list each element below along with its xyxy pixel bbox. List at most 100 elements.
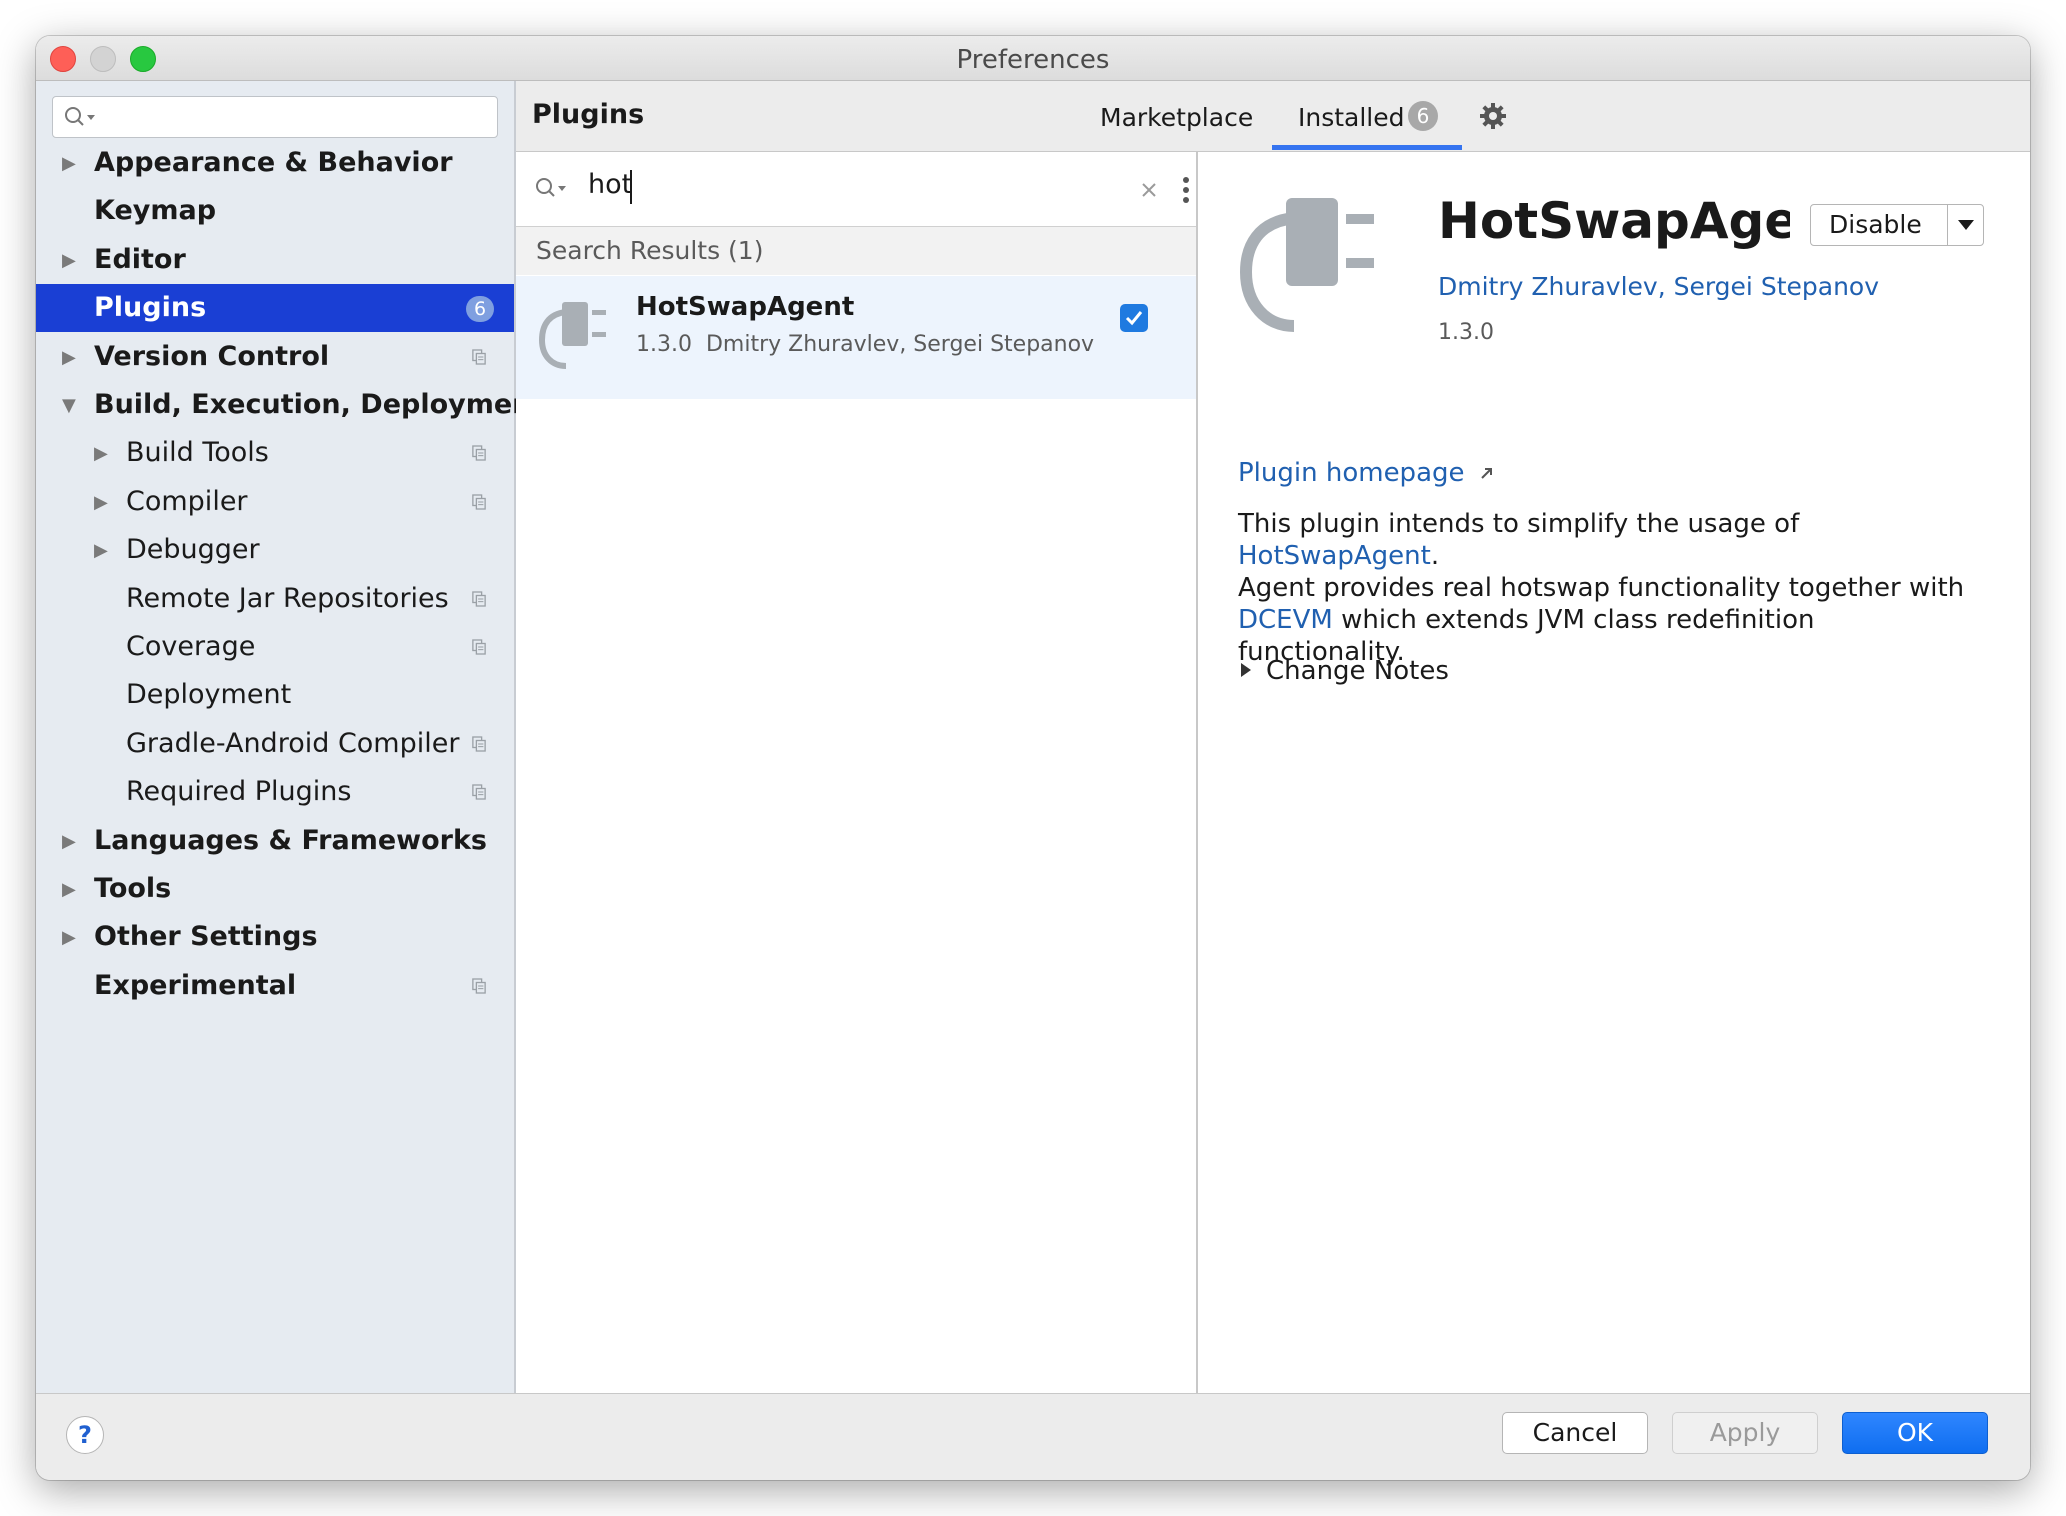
text-caret xyxy=(630,170,632,204)
sidebar-item-label: Gradle-Android Compiler xyxy=(126,728,460,759)
chevron-right-icon[interactable]: ▶ xyxy=(62,927,76,948)
search-icon xyxy=(536,178,566,197)
result-plugin-meta: 1.3.0 Dmitry Zhuravlev, Sergei Stepanov xyxy=(636,332,1094,357)
disable-button-label: Disable xyxy=(1829,210,1922,239)
project-scope-icon xyxy=(472,639,486,655)
sidebar-item-coverage[interactable]: Coverage xyxy=(36,623,514,671)
sidebar-item-debugger[interactable]: ▶ Debugger xyxy=(36,526,514,574)
result-plugin-name: HotSwapAgent xyxy=(636,292,855,322)
plugin-enabled-checkbox[interactable] xyxy=(1120,304,1148,332)
chevron-right-icon[interactable]: ▶ xyxy=(62,831,76,852)
sidebar-item-gradle-android-compiler[interactable]: Gradle-Android Compiler xyxy=(36,720,514,768)
chevron-right-icon[interactable]: ▶ xyxy=(94,540,108,561)
sidebar-item-build-tools[interactable]: ▶ Build Tools xyxy=(36,429,514,477)
hotswapagent-link[interactable]: HotSwapAgent xyxy=(1238,541,1431,571)
title-bar: Preferences xyxy=(36,36,2030,81)
chevron-right-icon[interactable]: ▶ xyxy=(62,879,76,900)
plugin-result-row[interactable]: HotSwapAgent 1.3.0 Dmitry Zhuravlev, Ser… xyxy=(516,276,1196,399)
plugin-detail-panel: HotSwapAgent Disable Dmitry Zhuravlev, S… xyxy=(1198,152,2030,1393)
project-scope-icon xyxy=(472,736,486,752)
description-line-2: Agent provides real hotswap functionalit… xyxy=(1238,573,1965,603)
chevron-right-icon[interactable]: ▶ xyxy=(94,492,108,513)
project-scope-icon xyxy=(472,591,486,607)
change-notes-toggle[interactable]: Change Notes xyxy=(1238,656,1449,686)
description-line-dcevm: DCEVM which extends JVM class redefiniti… xyxy=(1238,605,1815,635)
sidebar-item-required-plugins[interactable]: Required Plugins xyxy=(36,768,514,816)
plugin-list-panel: hot Search Results (1) HotSwapAgent 1.3.… xyxy=(516,152,1198,1393)
sidebar-item-label: Deployment xyxy=(126,679,292,710)
sidebar-item-label: Keymap xyxy=(94,195,217,226)
tab-marketplace[interactable]: Marketplace xyxy=(1100,103,1253,132)
search-icon xyxy=(65,107,95,126)
sidebar-item-label: Coverage xyxy=(126,631,256,662)
sidebar-item-label: Languages & Frameworks xyxy=(94,825,488,856)
plugin-description: This plugin intends to simplify the usag… xyxy=(1238,508,1998,668)
sidebar-item-appearance-behavior[interactable]: ▶ Appearance & Behavior xyxy=(36,139,514,187)
installed-count-badge: 6 xyxy=(1408,101,1438,131)
chevron-right-icon[interactable]: ▶ xyxy=(62,153,76,174)
external-link-icon xyxy=(1481,468,1492,479)
sidebar-item-label: Plugins xyxy=(94,292,207,323)
sidebar-item-experimental[interactable]: Experimental xyxy=(36,962,514,1010)
gear-icon[interactable] xyxy=(1478,101,1508,131)
more-options-icon[interactable] xyxy=(1182,176,1190,204)
plugin-version: 1.3.0 xyxy=(1438,320,1494,345)
disable-button[interactable]: Disable xyxy=(1810,204,1984,246)
expand-arrow-icon xyxy=(1241,663,1251,677)
result-plugin-version: 1.3.0 xyxy=(636,332,692,357)
sidebar-item-editor[interactable]: ▶ Editor xyxy=(36,236,514,284)
sidebar-item-version-control[interactable]: ▶ Version Control xyxy=(36,333,514,381)
sidebar-item-build-execution-deployment[interactable]: ▼ Build, Execution, Deployment xyxy=(36,381,544,429)
sidebar-item-label: Required Plugins xyxy=(126,776,352,807)
settings-search-input[interactable] xyxy=(52,96,498,138)
help-button[interactable]: ? xyxy=(66,1416,104,1454)
search-results-header: Search Results (1) xyxy=(516,227,1196,275)
plugin-icon xyxy=(538,302,606,369)
project-scope-icon xyxy=(472,784,486,800)
split-button-divider xyxy=(1947,205,1948,245)
description-line-1: This plugin intends to simplify the usag… xyxy=(1238,509,1800,539)
plugin-name-heading: HotSwapAgent xyxy=(1438,192,1790,250)
sidebar-item-plugins[interactable]: Plugins 6 xyxy=(36,284,514,332)
settings-sidebar: ▶ Appearance & Behavior Keymap ▶ Editor Plugi… xyxy=(36,81,544,1393)
sidebar-item-label: Appearance & Behavior xyxy=(94,147,453,178)
chevron-right-icon[interactable]: ▶ xyxy=(62,347,76,368)
window-title: Preferences xyxy=(956,45,1110,75)
change-notes-label: Change Notes xyxy=(1266,656,1449,686)
sidebar-item-label: Remote Jar Repositories xyxy=(126,583,449,614)
sidebar-item-label: Tools xyxy=(94,873,172,904)
sidebar-item-tools[interactable]: ▶ Tools xyxy=(36,865,514,913)
clear-search-icon[interactable] xyxy=(1140,181,1158,199)
dcevm-link[interactable]: DCEVM xyxy=(1238,605,1333,635)
sidebar-item-remote-jar-repositories[interactable]: Remote Jar Repositories xyxy=(36,575,514,623)
sidebar-item-label: Build Tools xyxy=(126,437,269,468)
chevron-right-icon[interactable]: ▶ xyxy=(94,443,108,464)
chevron-down-icon[interactable]: ▼ xyxy=(62,395,76,416)
sidebar-item-label: Version Control xyxy=(94,341,330,372)
plugin-authors-link[interactable]: Dmitry Zhuravlev, Sergei Stepanov xyxy=(1438,272,1879,301)
chevron-down-icon[interactable] xyxy=(1957,219,1975,231)
tab-installed-underline xyxy=(1272,145,1462,150)
sidebar-item-other-settings[interactable]: ▶ Other Settings xyxy=(36,913,514,961)
sidebar-item-label: Editor xyxy=(94,244,186,275)
tab-installed[interactable]: Installed xyxy=(1298,103,1405,132)
sidebar-item-deployment[interactable]: Deployment xyxy=(36,671,514,719)
sidebar-item-keymap[interactable]: Keymap xyxy=(36,187,514,235)
chevron-right-icon[interactable]: ▶ xyxy=(62,250,76,271)
plugins-count-badge: 6 xyxy=(466,296,494,322)
sidebar-item-label: Build, Execution, Deployment xyxy=(94,389,545,420)
description-line-link: HotSwapAgent. xyxy=(1238,541,1440,571)
ok-button[interactable]: OK xyxy=(1842,1412,1988,1454)
sidebar-item-label: Other Settings xyxy=(94,921,318,952)
plugin-large-icon xyxy=(1239,198,1374,332)
plugin-search-field[interactable]: hot xyxy=(516,152,1196,227)
sidebar-item-languages-frameworks[interactable]: ▶ Languages & Frameworks xyxy=(36,817,514,865)
project-scope-icon xyxy=(472,349,486,365)
sidebar-item-compiler[interactable]: ▶ Compiler xyxy=(36,478,514,526)
project-scope-icon xyxy=(472,445,486,461)
cancel-button[interactable]: Cancel xyxy=(1502,1412,1648,1454)
apply-button[interactable]: Apply xyxy=(1672,1412,1818,1454)
checkmark-icon xyxy=(1125,311,1143,326)
plugin-search-query: hot xyxy=(588,169,633,200)
plugin-homepage-link[interactable]: Plugin homepage xyxy=(1238,458,1495,488)
